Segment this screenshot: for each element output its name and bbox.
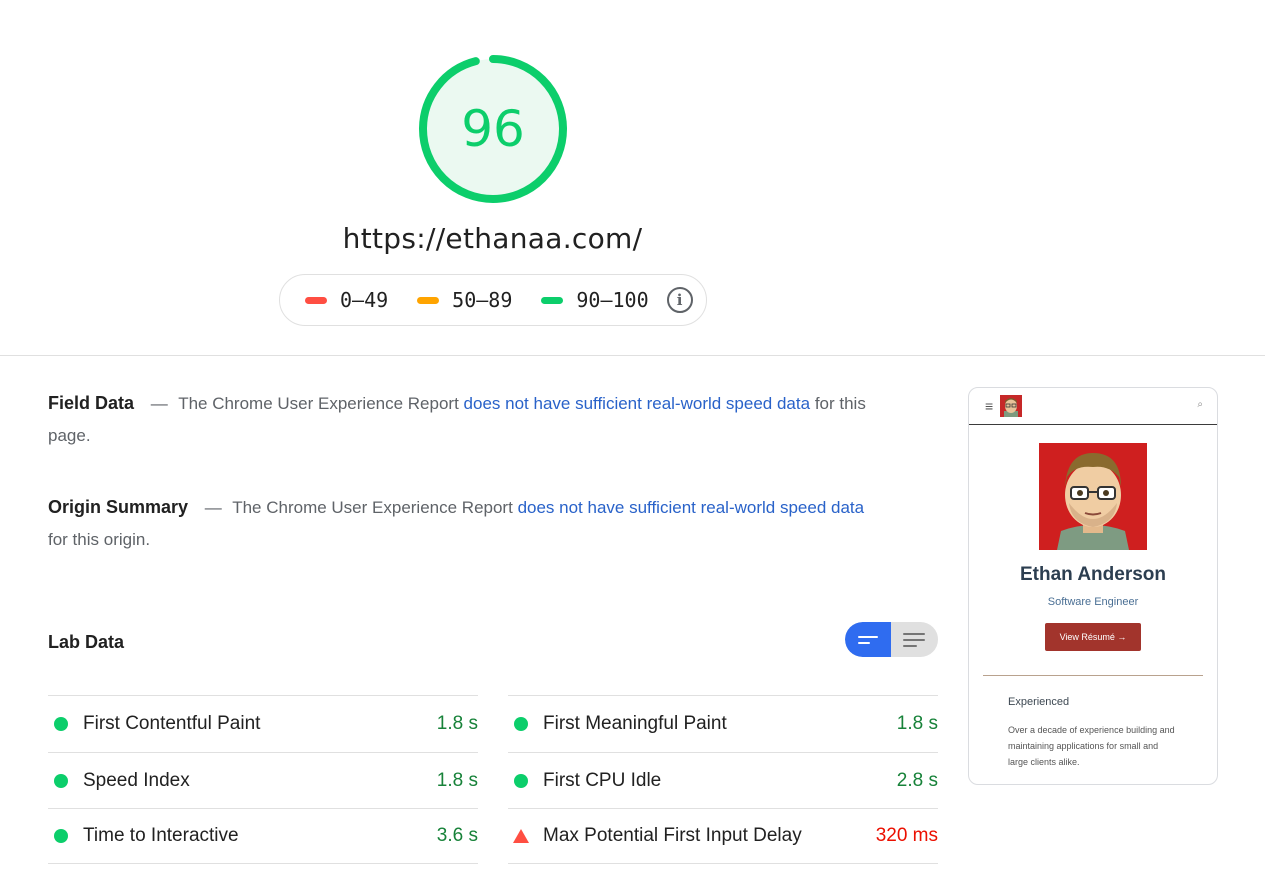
- pass-indicator-icon: [514, 773, 528, 788]
- pass-indicator-icon: [54, 717, 68, 731]
- profile-role: Software Engineer: [1047, 596, 1139, 608]
- metric-first-meaningful-paint: First Meaningful Paint 1.8 s: [508, 695, 938, 752]
- metric-max-potential-fid: Max Potential First Input Delay 320 ms: [508, 808, 938, 864]
- metric-value: 1.8 s: [436, 713, 478, 734]
- legend-swatch-average: [417, 296, 440, 304]
- metric-value: 1.8 s: [896, 713, 938, 734]
- legend-label-pass: 90–100: [576, 288, 649, 312]
- metric-first-contentful-paint: First Contentful Paint 1.8 s: [48, 695, 478, 752]
- metric-value: 2.8 s: [896, 769, 938, 791]
- info-icon[interactable]: i: [666, 287, 693, 313]
- score-value: 96: [461, 100, 525, 158]
- detail-view-icon: [903, 632, 925, 647]
- pass-indicator-icon: [54, 829, 68, 843]
- metrics-column-right: First Meaningful Paint 1.8 s First CPU I…: [508, 695, 938, 864]
- legend-item-fail: 0–49: [305, 288, 388, 312]
- legend-item-average: 50–89: [417, 288, 512, 312]
- fail-indicator-icon: [513, 829, 529, 843]
- metric-first-cpu-idle: First CPU Idle 2.8 s: [508, 752, 938, 808]
- section-divider: [0, 355, 1265, 356]
- hamburger-menu-icon: ≡: [985, 398, 994, 414]
- preview-divider: [983, 675, 1203, 676]
- metric-label: Speed Index: [83, 769, 190, 791]
- legend-swatch-pass: [541, 296, 564, 304]
- metric-time-to-interactive: Time to Interactive 3.6 s: [48, 808, 478, 864]
- summary-view-icon: [858, 635, 878, 644]
- search-icon: ⌕: [1197, 399, 1203, 410]
- metric-label: First Contentful Paint: [83, 713, 261, 734]
- field-data-dash: —: [150, 394, 168, 413]
- profile-avatar: [1039, 443, 1147, 550]
- preview-navbar: ≡ ⌕: [969, 388, 1217, 425]
- field-data-link[interactable]: does not have sufficient real-world spee…: [464, 394, 811, 413]
- preview-description: Over a decade of experience building and…: [1008, 725, 1175, 767]
- lab-data-heading: Lab Data: [48, 632, 125, 652]
- metrics-column-left: First Contentful Paint 1.8 s Speed Index…: [48, 695, 478, 864]
- avatar-logo-icon: [1000, 395, 1023, 417]
- metric-label: Time to Interactive: [83, 825, 239, 846]
- origin-summary-prefix: The Chrome User Experience Report: [232, 498, 513, 517]
- pass-indicator-icon: [54, 773, 68, 788]
- metric-value: 1.8 s: [436, 769, 478, 791]
- metric-label: Max Potential First Input Delay: [543, 825, 802, 846]
- legend-label-fail: 0–49: [340, 288, 389, 312]
- origin-summary-heading: Origin Summary: [48, 497, 189, 517]
- origin-summary-link[interactable]: does not have sufficient real-world spee…: [518, 498, 865, 517]
- preview-subheading: Experienced: [1008, 696, 1070, 708]
- field-data-section: Field Data — The Chrome User Experience …: [48, 387, 868, 452]
- performance-score-gauge: 96: [416, 52, 570, 206]
- origin-summary-dash: —: [204, 498, 222, 517]
- page-screenshot-preview: ≡ ⌕ Ethan Anderson Software Engineer Vie…: [968, 387, 1218, 785]
- metric-value: 3.6 s: [436, 825, 478, 846]
- metric-label: First Meaningful Paint: [543, 713, 727, 734]
- tested-url: https://ethanaa.com/: [342, 222, 643, 255]
- field-data-heading: Field Data: [48, 393, 135, 413]
- metric-value: 320 ms: [875, 825, 938, 846]
- legend-swatch-fail: [305, 296, 327, 304]
- score-legend: 0–49 50–89 90–100 i: [279, 274, 707, 326]
- detail-view-button[interactable]: [891, 622, 937, 657]
- pass-indicator-icon: [514, 717, 528, 731]
- field-data-prefix: The Chrome User Experience Report: [178, 394, 459, 413]
- metric-speed-index: Speed Index 1.8 s: [48, 752, 478, 808]
- summary-view-button[interactable]: [845, 622, 891, 657]
- legend-label-average: 50–89: [452, 288, 513, 312]
- origin-summary-section: Origin Summary — The Chrome User Experie…: [48, 491, 868, 556]
- origin-summary-suffix: for this origin.: [48, 530, 151, 549]
- legend-item-pass: 90–100: [541, 288, 649, 312]
- view-resume-button: View Résumé →: [1045, 623, 1141, 651]
- metric-label: First CPU Idle: [543, 769, 662, 791]
- view-toggle: [845, 622, 938, 657]
- profile-name: Ethan Anderson: [1019, 564, 1167, 585]
